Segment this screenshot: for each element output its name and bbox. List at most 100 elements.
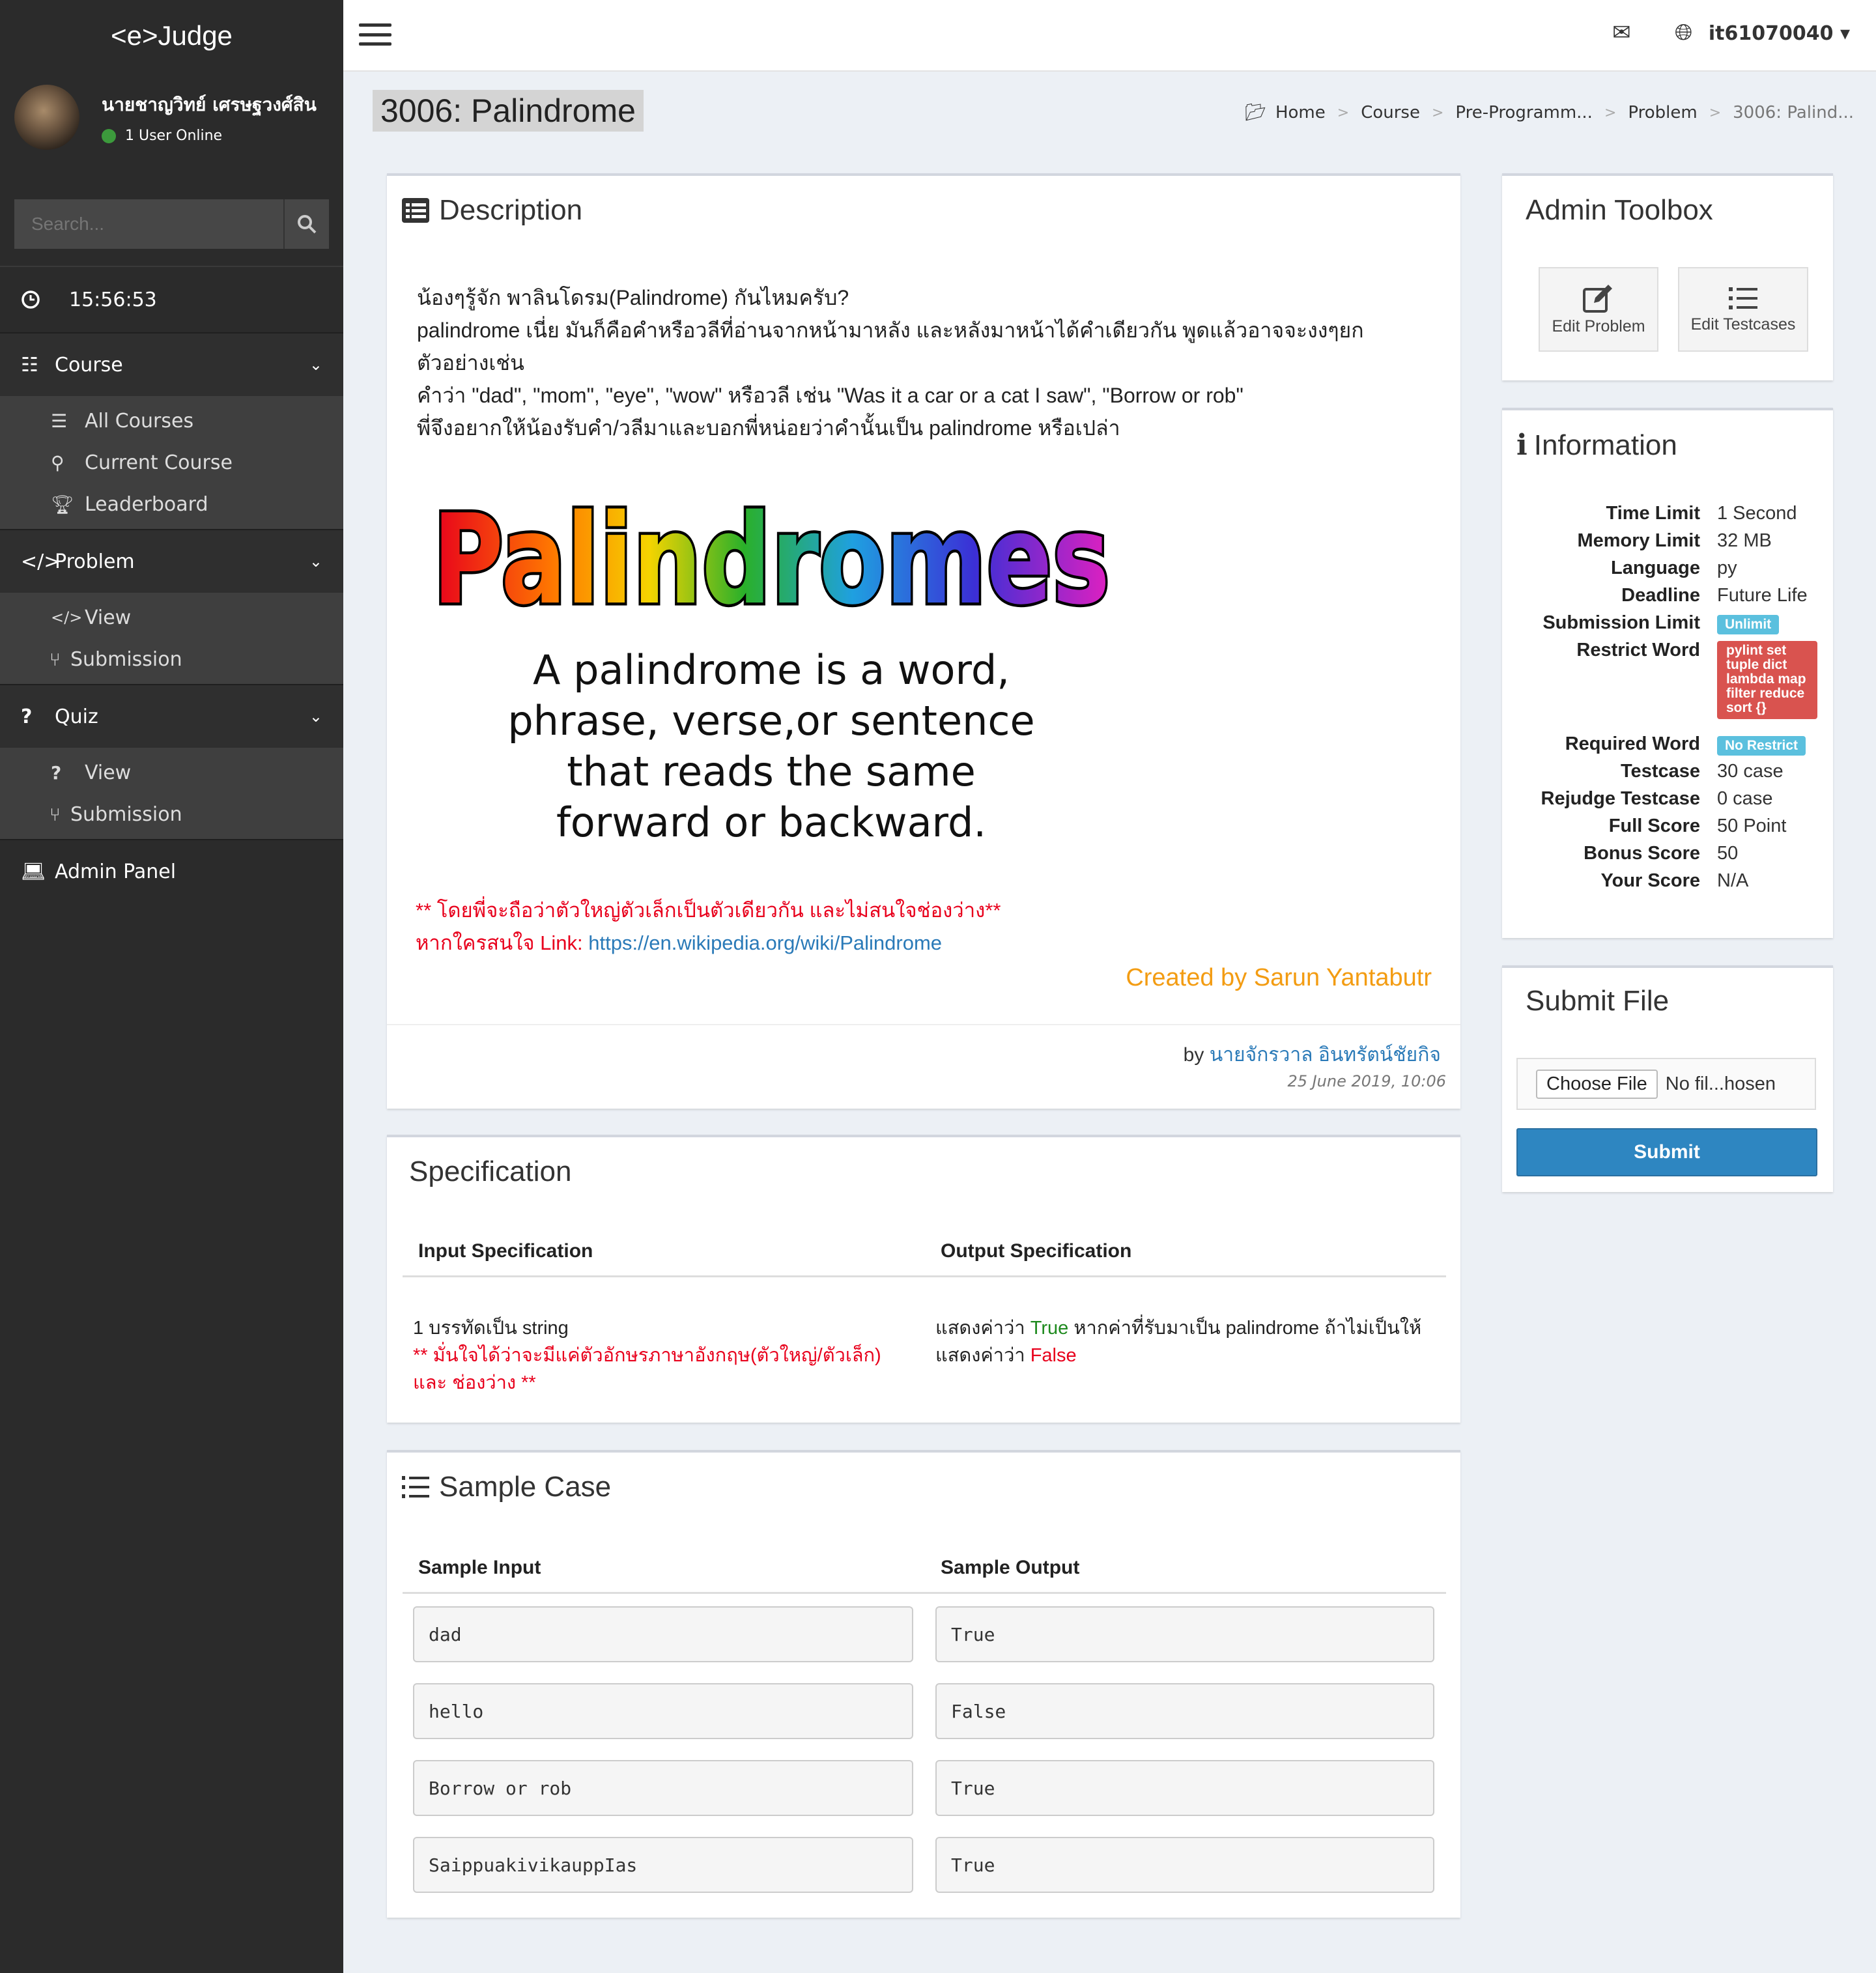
sidebar-item-label: Course [55, 353, 123, 376]
search-input[interactable] [14, 199, 283, 249]
sample-input[interactable]: dad [413, 1606, 913, 1662]
description-body: น้องๆรู้จัก พาลินโดรม(Palindrome) กันไหม… [417, 281, 1446, 444]
info-value: 0 case [1717, 788, 1773, 809]
sample-output[interactable]: True [935, 1760, 1434, 1816]
code-branch-icon: ⑂ [50, 803, 61, 825]
sidebar-item-leaderboard[interactable]: 🏆︎ Leaderboard [0, 483, 343, 525]
edit-problem-label: Edit Problem [1552, 317, 1645, 335]
sidebar: <e>Judge นายชาญวิทย์ เศรษฐวงศ์สิน 1 User… [0, 0, 343, 1973]
sample-output[interactable]: True [935, 1837, 1434, 1893]
edit-testcases-button[interactable]: Edit Testcases [1678, 267, 1808, 352]
list-check-icon: ☷ [21, 353, 38, 376]
sample-input[interactable]: SaippuakivikauppIas [413, 1837, 913, 1893]
trophy-icon: 🏆︎ [51, 493, 74, 515]
sidebar-item-quiz-view[interactable]: ? View [0, 752, 343, 793]
code-branch-icon: ⑂ [50, 648, 61, 670]
sidebar-item-current-course[interactable]: ⚲ Current Course [0, 442, 343, 483]
input-spec-header: Input Specification [418, 1240, 593, 1262]
sample-input[interactable]: hello [413, 1683, 913, 1739]
folder-open-icon: 📂︎ [1244, 103, 1266, 122]
input-spec-note: ** มั่นใจได้ว่าจะมีแค่ตัวอักษรภาษาอังกฤษ… [413, 1345, 881, 1366]
globe-icon[interactable]: 🌐︎ [1675, 20, 1692, 46]
description-note: ** โดยพี่จะถือว่าตัวใหญ่ตัวเล็กเป็นตัวเด… [416, 899, 1001, 922]
info-row-full-score: Full Score 50 Point [1502, 816, 1828, 843]
output-spec-text: แสดงค่าว่า [935, 1318, 1030, 1339]
sidebar-item-label: View [85, 761, 132, 784]
breadcrumb-home[interactable]: Home [1275, 103, 1326, 122]
submit-file-title: Submit File [1526, 985, 1670, 1017]
info-value: N/A [1717, 870, 1749, 891]
admin-toolbox-card: Admin Toolbox Edit Problem Edit Testcase… [1502, 173, 1833, 380]
sidebar-group-problem: </> Problem ⌄ </> View ⑂ Submission [0, 529, 343, 684]
laptop-icon: 💻︎ [21, 860, 46, 883]
chevron-down-icon: ⌄ [309, 552, 322, 571]
submit-file-card: Submit File Choose File No fil...hosen S… [1502, 965, 1833, 1192]
description-link-label: หากใครสนใจ Link: [416, 931, 589, 954]
output-spec-header: Output Specification [941, 1240, 1132, 1262]
sidebar-group-admin: 💻︎ Admin Panel [0, 839, 343, 903]
palindromes-image: Palindromes A palindrome is a word, phra… [430, 485, 1113, 847]
info-row-required-word: Required Word No Restrict [1502, 733, 1828, 761]
code-icon: </> [21, 550, 61, 573]
sidebar-item-problem-submission[interactable]: ⑂ Submission [0, 638, 343, 680]
sample-case-header: Sample Case [401, 1471, 611, 1503]
hamburger-menu-icon[interactable] [359, 23, 391, 46]
sidebar-group-quiz: ? Quiz ⌄ ? View ⑂ Submission [0, 684, 343, 839]
sidebar-item-quiz-submission[interactable]: ⑂ Submission [0, 793, 343, 835]
info-value: 1 Second [1717, 503, 1797, 524]
caret-down-icon: ▾ [1840, 22, 1850, 45]
wikipedia-link[interactable]: https://en.wikipedia.org/wiki/Palindrome [588, 931, 942, 954]
info-value: Future Life [1717, 585, 1808, 606]
breadcrumb-problem[interactable]: Problem [1628, 103, 1697, 122]
file-input[interactable]: Choose File No fil...hosen [1516, 1058, 1816, 1110]
sidebar-item-label: Admin Panel [55, 860, 177, 883]
code-icon: </> [51, 608, 83, 627]
description-line: คำว่า "dad", "mom", "eye", "wow" หรือวลี… [417, 384, 1244, 407]
output-spec-text: แสดงค่าว่า [935, 1345, 1030, 1366]
sidebar-clock: 15:56:53 [0, 267, 343, 332]
list-alt-icon [402, 198, 429, 223]
sample-input[interactable]: Borrow or rob [413, 1760, 913, 1816]
submission-limit-badge: Unlimit [1717, 615, 1780, 634]
sidebar-item-admin-panel[interactable]: 💻︎ Admin Panel [0, 840, 343, 903]
info-label: Full Score [1608, 816, 1700, 836]
description-line: พี่จึงอยากให้น้องรับคำ/วลีมาและบอกพี่หน่… [417, 416, 1120, 440]
search-button[interactable] [283, 199, 329, 249]
info-label: Required Word [1565, 733, 1700, 754]
info-label: Deadline [1621, 585, 1700, 606]
sample-output[interactable]: False [935, 1683, 1434, 1739]
author-link[interactable]: นายจักรวาล อินทรัตน์ชัยกิจ [1210, 1044, 1441, 1066]
info-value: 30 case [1717, 761, 1784, 782]
submit-button[interactable]: Submit [1516, 1128, 1817, 1176]
description-header: Description [401, 194, 582, 227]
required-word-badge: No Restrict [1717, 736, 1806, 756]
user-status: 1 User Online [102, 128, 336, 144]
breadcrumb-course[interactable]: Course [1361, 103, 1420, 122]
sample-output-header: Sample Output [941, 1557, 1080, 1578]
info-row-time-limit: Time Limit 1 Second [1502, 503, 1828, 530]
sidebar-item-label: View [85, 606, 132, 629]
info-icon: i [1516, 429, 1528, 462]
info-label: Rejudge Testcase [1541, 788, 1700, 809]
envelope-icon[interactable]: ✉ [1612, 20, 1631, 46]
choose-file-button[interactable]: Choose File [1536, 1069, 1658, 1099]
sidebar-item-problem-view[interactable]: </> View [0, 597, 343, 638]
info-label: Restrict Word [1576, 640, 1700, 660]
sidebar-item-course[interactable]: ☷ Course ⌄ [0, 334, 343, 396]
sidebar-item-quiz[interactable]: ? Quiz ⌄ [0, 685, 343, 748]
sample-output[interactable]: True [935, 1606, 1434, 1662]
edit-problem-button[interactable]: Edit Problem [1539, 267, 1658, 352]
search-icon [298, 215, 317, 234]
palindromes-image-caption: forward or backward. [556, 799, 986, 846]
user-menu[interactable]: it61070040 ▾ [1709, 22, 1850, 45]
breadcrumb-course-name[interactable]: Pre-Programm... [1455, 103, 1593, 122]
sidebar-item-label: Problem [55, 550, 135, 573]
info-value: 32 MB [1717, 530, 1772, 551]
sidebar-item-problem[interactable]: </> Problem ⌄ [0, 530, 343, 593]
brand-logo[interactable]: <e>Judge [0, 0, 343, 72]
sidebar-item-all-courses[interactable]: ☰ All Courses [0, 400, 343, 442]
info-row-language: Language py [1502, 558, 1828, 585]
information-card: i Information Time Limit 1 Second Memory … [1502, 408, 1833, 938]
description-line: palindrome เนี่ย มันก็คือคำหรือวลีที่อ่า… [417, 319, 1364, 342]
output-spec-text: หากค่าที่รับมาเป็น palindrome ถ้าไม่เป็น… [1068, 1318, 1422, 1339]
